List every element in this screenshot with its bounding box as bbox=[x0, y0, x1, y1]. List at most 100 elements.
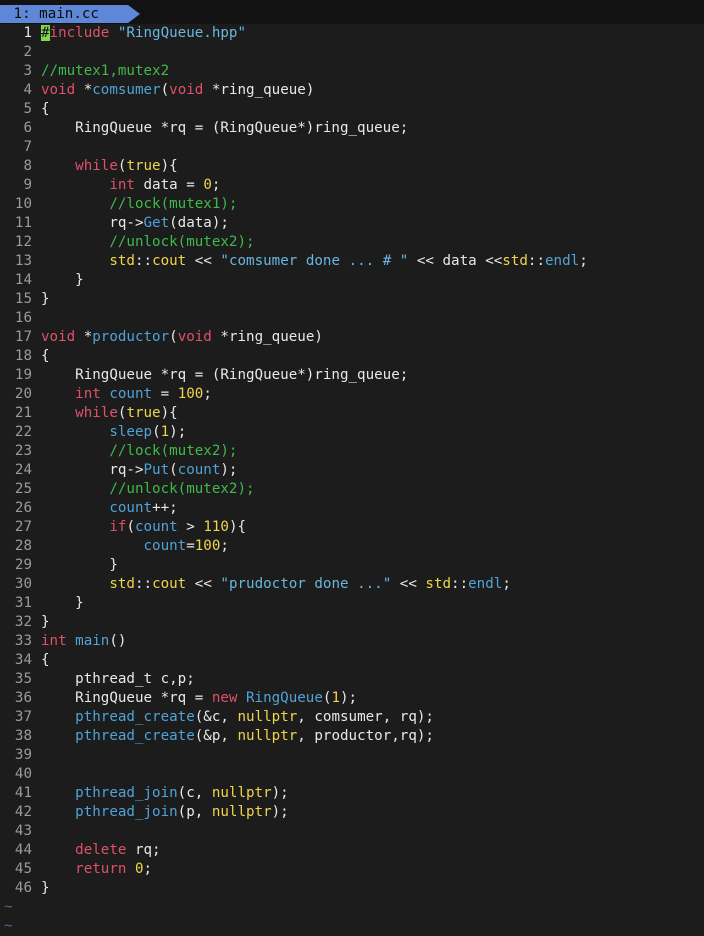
line-number: 24 bbox=[14, 462, 32, 478]
code-line[interactable]: 27 if(count > 110){ bbox=[0, 518, 704, 537]
code-token: ){ bbox=[228, 519, 247, 535]
code-token: *ring_queue) bbox=[211, 329, 323, 345]
code-line[interactable]: 12 //unlock(mutex2); bbox=[0, 233, 704, 252]
code-token: } bbox=[41, 557, 118, 573]
code-line[interactable]: 39 bbox=[0, 746, 704, 765]
empty-buffer-tilde: ~ bbox=[4, 918, 13, 934]
code-text: RingQueue *rq = new RingQueue(1); bbox=[41, 689, 357, 708]
code-line[interactable]: 20 int count = 100; bbox=[0, 385, 704, 404]
code-line[interactable]: 32} bbox=[0, 613, 704, 632]
line-number: 18 bbox=[14, 348, 32, 364]
code-line[interactable]: 17 void *productor(void *ring_queue) bbox=[0, 328, 704, 347]
line-number: 14 bbox=[14, 272, 32, 288]
code-token: ( bbox=[152, 424, 161, 440]
line-number: 26 bbox=[14, 500, 32, 516]
code-line[interactable]: 4 void *comsumer(void *ring_queue) bbox=[0, 81, 704, 100]
code-token: (&p, bbox=[194, 728, 238, 744]
code-token: (data); bbox=[169, 215, 229, 231]
code-line[interactable]: 29 } bbox=[0, 556, 704, 575]
code-line[interactable]: 37 pthread_create(&c, nullptr, comsumer,… bbox=[0, 708, 704, 727]
code-line[interactable]: 28 count=100; bbox=[0, 537, 704, 556]
code-line[interactable]: 3 //mutex1,mutex2 bbox=[0, 62, 704, 81]
code-line[interactable]: 8 while(true){ bbox=[0, 157, 704, 176]
code-line[interactable]: 16 bbox=[0, 309, 704, 328]
code-line[interactable]: 7 bbox=[0, 138, 704, 157]
code-text: count=100; bbox=[41, 537, 229, 556]
line-number: 36 bbox=[14, 690, 32, 706]
code-line[interactable]: 23 //lock(mutex2); bbox=[0, 442, 704, 461]
code-line[interactable]: 46} bbox=[0, 879, 704, 898]
empty-buffer-tilde: ~ bbox=[4, 899, 13, 915]
code-token: ){ bbox=[160, 158, 178, 174]
code-line[interactable]: 34 { bbox=[0, 651, 704, 670]
code-token: data = bbox=[134, 177, 204, 193]
code-line[interactable]: 45 return 0; bbox=[0, 860, 704, 879]
code-token: :: bbox=[451, 576, 469, 592]
code-editor[interactable]: 1 #include "RingQueue.hpp" 2 3//mutex1,mute… bbox=[0, 24, 704, 936]
line-number: 46 bbox=[14, 880, 32, 896]
code-line[interactable]: 36 RingQueue *rq = new RingQueue(1); bbox=[0, 689, 704, 708]
code-token: pthread_create bbox=[75, 709, 195, 725]
code-line[interactable]: 10 //lock(mutex1); bbox=[0, 195, 704, 214]
code-text: } bbox=[41, 613, 50, 632]
line-number: 21 bbox=[14, 405, 32, 421]
code-token: count bbox=[109, 500, 153, 516]
code-line[interactable]: 35 pthread_t c,p; bbox=[0, 670, 704, 689]
code-line[interactable]: 38 pthread_create(&p, nullptr, productor… bbox=[0, 727, 704, 746]
line-number: 12 bbox=[14, 234, 32, 250]
code-line[interactable]: 15} bbox=[0, 290, 704, 309]
code-token: 100 bbox=[194, 538, 221, 554]
code-line[interactable]: 44 delete rq; bbox=[0, 841, 704, 860]
code-line[interactable]: 14 } bbox=[0, 271, 704, 290]
code-line[interactable]: 9 int data = 0; bbox=[0, 176, 704, 195]
code-line[interactable]: 19 RingQueue *rq = (RingQueue*)ring_queu… bbox=[0, 366, 704, 385]
code-line[interactable]: 33 int main() bbox=[0, 632, 704, 651]
code-line[interactable]: 11 rq->Get(data); bbox=[0, 214, 704, 233]
code-line[interactable]: 21 while(true){ bbox=[0, 404, 704, 423]
code-text: while(true){ bbox=[41, 157, 178, 176]
code-token: void bbox=[169, 82, 204, 98]
code-line[interactable]: 13 std::cout << "comsumer done ... # " <… bbox=[0, 252, 704, 271]
code-line[interactable]: 43 bbox=[0, 822, 704, 841]
code-token: ; bbox=[220, 538, 229, 554]
code-line[interactable]: 40 bbox=[0, 765, 704, 784]
code-line[interactable]: 41 pthread_join(c, nullptr); bbox=[0, 784, 704, 803]
code-text: } bbox=[41, 290, 50, 309]
code-line[interactable]: 1 #include "RingQueue.hpp" bbox=[0, 24, 704, 43]
code-line[interactable]: 2 bbox=[0, 43, 704, 62]
code-text: { bbox=[41, 347, 50, 366]
code-line[interactable]: 18 { bbox=[0, 347, 704, 366]
code-line[interactable]: 22 sleep(1); bbox=[0, 423, 704, 442]
code-text: rq->Put(count); bbox=[41, 461, 237, 480]
line-number: 27 bbox=[14, 519, 32, 535]
line-number: 34 bbox=[14, 652, 32, 668]
code-line[interactable]: 24 rq->Put(count); bbox=[0, 461, 704, 480]
code-line[interactable]: 26 count++; bbox=[0, 499, 704, 518]
code-line[interactable]: 42 pthread_join(p, nullptr); bbox=[0, 803, 704, 822]
code-token: "RingQueue.hpp" bbox=[117, 25, 247, 41]
line-number: 16 bbox=[14, 310, 32, 326]
code-token: rq; bbox=[126, 842, 161, 858]
code-text: { bbox=[41, 651, 50, 670]
code-line[interactable]: 5{ bbox=[0, 100, 704, 119]
code-token: } bbox=[41, 272, 84, 288]
code-text: void *comsumer(void *ring_queue) bbox=[41, 81, 314, 100]
code-line[interactable]: 25 //unlock(mutex2); bbox=[0, 480, 704, 499]
code-line[interactable]: 30 std::cout << "prudoctor done ..." << … bbox=[0, 575, 704, 594]
code-line[interactable]: 6 RingQueue *rq = (RingQueue*)ring_queue… bbox=[0, 119, 704, 138]
line-number: 23 bbox=[14, 443, 32, 459]
code-token: //lock(mutex2); bbox=[109, 443, 238, 459]
code-text: while(true){ bbox=[41, 404, 178, 423]
code-token: , productor,rq); bbox=[297, 728, 434, 744]
code-text: } bbox=[41, 879, 50, 898]
code-text: //lock(mutex2); bbox=[41, 442, 237, 461]
code-text: return 0; bbox=[41, 860, 152, 879]
code-line[interactable]: 31 } bbox=[0, 594, 704, 613]
code-token: ); bbox=[271, 785, 289, 801]
code-text: //unlock(mutex2); bbox=[41, 480, 254, 499]
tab-main-cc[interactable]: 1: main.cc bbox=[0, 5, 128, 23]
